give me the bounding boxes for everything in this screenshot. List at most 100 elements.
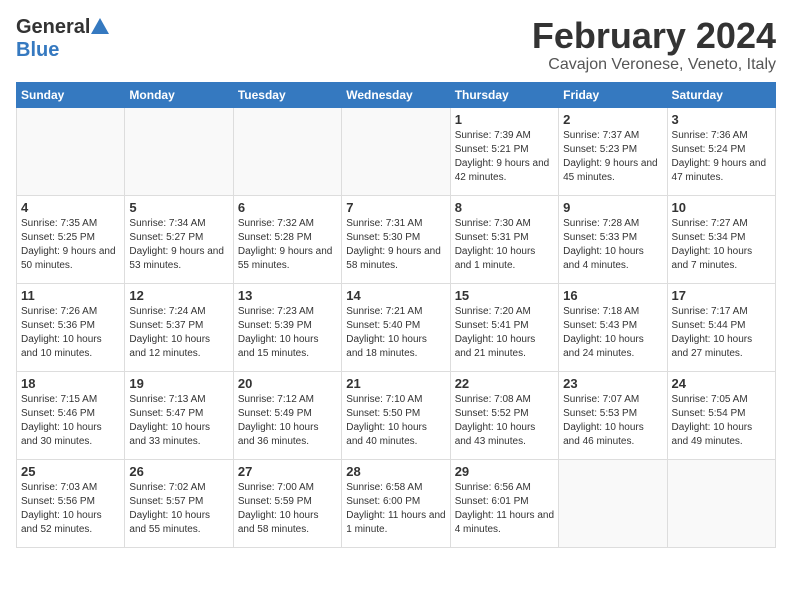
day-info: Sunrise: 7:34 AM Sunset: 5:27 PM Dayligh…	[129, 217, 228, 273]
calendar-cell	[667, 459, 775, 547]
calendar-cell: 4Sunrise: 7:35 AM Sunset: 5:25 PM Daylig…	[17, 195, 125, 283]
day-info: Sunrise: 7:31 AM Sunset: 5:30 PM Dayligh…	[346, 217, 445, 273]
day-number: 27	[238, 464, 337, 479]
day-info: Sunrise: 7:12 AM Sunset: 5:49 PM Dayligh…	[238, 393, 337, 449]
day-info: Sunrise: 7:35 AM Sunset: 5:25 PM Dayligh…	[21, 217, 120, 273]
calendar-cell: 9Sunrise: 7:28 AM Sunset: 5:33 PM Daylig…	[559, 195, 667, 283]
day-number: 21	[346, 376, 445, 391]
calendar-table: SundayMondayTuesdayWednesdayThursdayFrid…	[16, 82, 776, 548]
calendar-cell: 24 Sunrise: 7:05 AM Sunset: 5:54 PM Dayli…	[667, 371, 775, 459]
calendar-cell: 16 Sunrise: 7:18 AM Sunset: 5:43 PM Dayli…	[559, 283, 667, 371]
day-info: Sunrise: 7:17 AM Sunset: 5:44 PM Dayligh…	[672, 305, 771, 361]
calendar-cell: 17 Sunrise: 7:17 AM Sunset: 5:44 PM Dayli…	[667, 283, 775, 371]
calendar-cell	[233, 107, 341, 195]
day-info: Sunrise: 7:13 AM Sunset: 5:47 PM Dayligh…	[129, 393, 228, 449]
calendar-cell: 6 Sunrise: 7:32 AM Sunset: 5:28 PM Daylig…	[233, 195, 341, 283]
header: General Blue February 2024 Cavajon Veron…	[16, 16, 776, 74]
day-info: Sunrise: 7:36 AM Sunset: 5:24 PM Dayligh…	[672, 129, 771, 185]
calendar-cell: 26 Sunrise: 7:02 AM Sunset: 5:57 PM Dayli…	[125, 459, 233, 547]
week-row-2: 4Sunrise: 7:35 AM Sunset: 5:25 PM Daylig…	[17, 195, 776, 283]
day-info: Sunrise: 7:30 AM Sunset: 5:31 PM Dayligh…	[455, 217, 554, 273]
day-info: Sunrise: 7:27 AM Sunset: 5:34 PM Dayligh…	[672, 217, 771, 273]
calendar-cell	[559, 459, 667, 547]
day-number: 17	[672, 288, 771, 303]
week-row-1: 1 Sunrise: 7:39 AM Sunset: 5:21 PM Daylig…	[17, 107, 776, 195]
logo-triangle-icon	[91, 18, 109, 34]
day-info: Sunrise: 7:37 AM Sunset: 5:23 PM Dayligh…	[563, 129, 662, 185]
calendar-cell: 12 Sunrise: 7:24 AM Sunset: 5:37 PM Dayli…	[125, 283, 233, 371]
day-number: 26	[129, 464, 228, 479]
day-number: 9	[563, 200, 662, 215]
weekday-header-row: SundayMondayTuesdayWednesdayThursdayFrid…	[17, 82, 776, 107]
day-number: 24	[672, 376, 771, 391]
week-row-5: 25Sunrise: 7:03 AM Sunset: 5:56 PM Dayli…	[17, 459, 776, 547]
location-subtitle: Cavajon Veronese, Veneto, Italy	[532, 56, 776, 74]
calendar-cell: 11 Sunrise: 7:26 AM Sunset: 5:36 PM Dayli…	[17, 283, 125, 371]
day-info: Sunrise: 7:08 AM Sunset: 5:52 PM Dayligh…	[455, 393, 554, 449]
day-number: 11	[21, 288, 120, 303]
day-number: 23	[563, 376, 662, 391]
day-info: Sunrise: 7:21 AM Sunset: 5:40 PM Dayligh…	[346, 305, 445, 361]
day-info: Sunrise: 7:24 AM Sunset: 5:37 PM Dayligh…	[129, 305, 228, 361]
day-info: Sunrise: 7:07 AM Sunset: 5:53 PM Dayligh…	[563, 393, 662, 449]
day-number: 18	[21, 376, 120, 391]
day-number: 12	[129, 288, 228, 303]
day-number: 5	[129, 200, 228, 215]
weekday-header-monday: Monday	[125, 82, 233, 107]
calendar-cell: 20 Sunrise: 7:12 AM Sunset: 5:49 PM Dayli…	[233, 371, 341, 459]
calendar-cell: 8 Sunrise: 7:30 AM Sunset: 5:31 PM Daylig…	[450, 195, 558, 283]
logo-blue: Blue	[16, 39, 59, 61]
title-area: February 2024 Cavajon Veronese, Veneto, …	[532, 16, 776, 74]
day-number: 20	[238, 376, 337, 391]
calendar-cell: 15 Sunrise: 7:20 AM Sunset: 5:41 PM Dayli…	[450, 283, 558, 371]
day-number: 6	[238, 200, 337, 215]
weekday-header-sunday: Sunday	[17, 82, 125, 107]
day-number: 10	[672, 200, 771, 215]
calendar-cell: 22 Sunrise: 7:08 AM Sunset: 5:52 PM Dayli…	[450, 371, 558, 459]
day-info: Sunrise: 7:03 AM Sunset: 5:56 PM Dayligh…	[21, 481, 120, 537]
day-info: Sunrise: 7:26 AM Sunset: 5:36 PM Dayligh…	[21, 305, 120, 361]
day-number: 1	[455, 112, 554, 127]
day-info: Sunrise: 6:58 AM Sunset: 6:00 PM Dayligh…	[346, 481, 445, 537]
calendar-cell: 1 Sunrise: 7:39 AM Sunset: 5:21 PM Daylig…	[450, 107, 558, 195]
day-number: 29	[455, 464, 554, 479]
week-row-3: 11 Sunrise: 7:26 AM Sunset: 5:36 PM Dayli…	[17, 283, 776, 371]
day-number: 2	[563, 112, 662, 127]
calendar-cell	[125, 107, 233, 195]
calendar-cell: 10 Sunrise: 7:27 AM Sunset: 5:34 PM Dayli…	[667, 195, 775, 283]
weekday-header-saturday: Saturday	[667, 82, 775, 107]
day-number: 16	[563, 288, 662, 303]
day-number: 13	[238, 288, 337, 303]
calendar-cell: 23 Sunrise: 7:07 AM Sunset: 5:53 PM Dayli…	[559, 371, 667, 459]
calendar-cell: 2 Sunrise: 7:37 AM Sunset: 5:23 PM Daylig…	[559, 107, 667, 195]
day-number: 3	[672, 112, 771, 127]
calendar-cell: 29Sunrise: 6:56 AM Sunset: 6:01 PM Dayli…	[450, 459, 558, 547]
day-info: Sunrise: 7:39 AM Sunset: 5:21 PM Dayligh…	[455, 129, 554, 185]
calendar-cell: 28Sunrise: 6:58 AM Sunset: 6:00 PM Dayli…	[342, 459, 450, 547]
weekday-header-friday: Friday	[559, 82, 667, 107]
calendar-cell: 18 Sunrise: 7:15 AM Sunset: 5:46 PM Dayli…	[17, 371, 125, 459]
day-info: Sunrise: 7:18 AM Sunset: 5:43 PM Dayligh…	[563, 305, 662, 361]
day-info: Sunrise: 7:32 AM Sunset: 5:28 PM Dayligh…	[238, 217, 337, 273]
week-row-4: 18 Sunrise: 7:15 AM Sunset: 5:46 PM Dayli…	[17, 371, 776, 459]
day-info: Sunrise: 7:15 AM Sunset: 5:46 PM Dayligh…	[21, 393, 120, 449]
day-info: Sunrise: 7:20 AM Sunset: 5:41 PM Dayligh…	[455, 305, 554, 361]
calendar-cell: 19 Sunrise: 7:13 AM Sunset: 5:47 PM Dayli…	[125, 371, 233, 459]
calendar-cell: 7Sunrise: 7:31 AM Sunset: 5:30 PM Daylig…	[342, 195, 450, 283]
calendar-cell	[342, 107, 450, 195]
calendar-cell: 25Sunrise: 7:03 AM Sunset: 5:56 PM Dayli…	[17, 459, 125, 547]
calendar-cell: 13Sunrise: 7:23 AM Sunset: 5:39 PM Dayli…	[233, 283, 341, 371]
day-info: Sunrise: 7:00 AM Sunset: 5:59 PM Dayligh…	[238, 481, 337, 537]
day-number: 22	[455, 376, 554, 391]
calendar-body: 1 Sunrise: 7:39 AM Sunset: 5:21 PM Daylig…	[17, 107, 776, 547]
day-info: Sunrise: 7:02 AM Sunset: 5:57 PM Dayligh…	[129, 481, 228, 537]
day-number: 15	[455, 288, 554, 303]
weekday-header-thursday: Thursday	[450, 82, 558, 107]
logo-general: General	[16, 16, 90, 39]
calendar-cell	[17, 107, 125, 195]
day-info: Sunrise: 7:10 AM Sunset: 5:50 PM Dayligh…	[346, 393, 445, 449]
day-info: Sunrise: 7:05 AM Sunset: 5:54 PM Dayligh…	[672, 393, 771, 449]
weekday-header-wednesday: Wednesday	[342, 82, 450, 107]
day-number: 19	[129, 376, 228, 391]
day-number: 8	[455, 200, 554, 215]
